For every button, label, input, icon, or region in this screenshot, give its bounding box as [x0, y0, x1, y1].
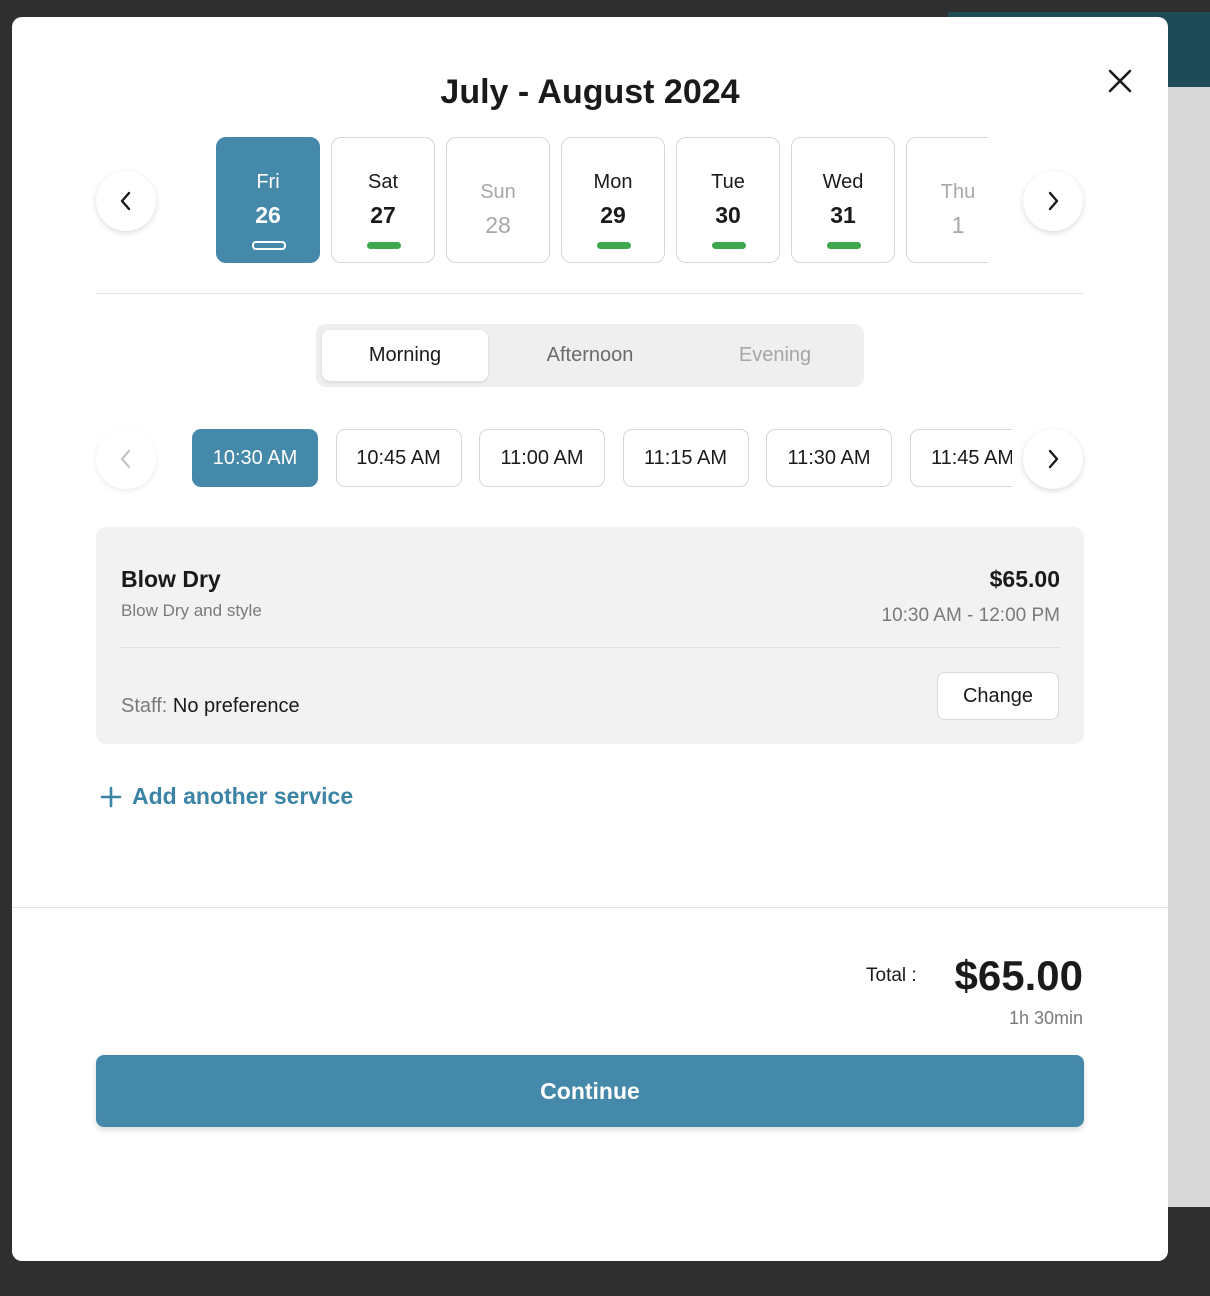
add-service-button[interactable]: Add another service: [100, 783, 353, 810]
change-staff-button[interactable]: Change: [937, 672, 1059, 720]
date-weekday: Thu: [940, 181, 976, 203]
service-description: Blow Dry and style: [121, 601, 262, 620]
service-price: $65.00: [989, 566, 1060, 592]
staff-value: No preference: [172, 695, 300, 717]
date-weekday: Wed: [822, 171, 864, 193]
booking-modal: July - August 2024 Fri 26 Sat 27 Sun 28 Mon 29 T…: [12, 17, 1168, 1261]
date-weekday: Sat: [367, 171, 399, 193]
date-card-thu[interactable]: Thu 1: [906, 137, 988, 263]
date-card-tue[interactable]: Tue 30: [676, 137, 780, 263]
staff-label: Staff:: [121, 695, 168, 717]
next-times-button[interactable]: [1023, 429, 1083, 489]
continue-button[interactable]: Continue: [96, 1055, 1084, 1127]
date-day-number: 1: [951, 212, 965, 238]
availability-indicator: [827, 242, 861, 249]
tab-evening[interactable]: Evening: [692, 330, 858, 381]
chevron-left-icon: [120, 449, 131, 469]
time-slot[interactable]: 11:00 AM: [479, 429, 605, 487]
next-dates-button[interactable]: [1023, 171, 1083, 231]
date-day-number: 26: [255, 202, 281, 228]
time-slot[interactable]: 11:45 AM: [909, 429, 1012, 487]
close-button[interactable]: [1100, 61, 1140, 101]
date-day-number: 30: [715, 202, 741, 228]
tab-afternoon[interactable]: Afternoon: [507, 330, 673, 381]
date-weekday: Mon: [593, 171, 633, 193]
divider: [12, 907, 1168, 908]
date-day-number: 29: [600, 202, 626, 228]
chevron-right-icon: [1048, 449, 1059, 469]
time-slot-strip: 10:30 AM 10:45 AM 11:00 AM 11:15 AM 11:30 AM…: [192, 429, 1012, 487]
availability-indicator: [252, 241, 286, 250]
time-slot[interactable]: 11:30 AM: [766, 429, 892, 487]
chevron-right-icon: [1048, 191, 1059, 211]
staff-line: Staff: No preference: [121, 695, 300, 718]
close-icon: [1108, 69, 1132, 93]
plus-icon: [100, 786, 122, 807]
date-weekday: Fri: [256, 171, 280, 193]
date-day-number: 27: [370, 202, 396, 228]
time-slot[interactable]: 10:45 AM: [335, 429, 462, 487]
availability-indicator: [597, 242, 631, 249]
modal-title: July - August 2024: [440, 73, 740, 111]
date-card-sat[interactable]: Sat 27: [331, 137, 435, 263]
chevron-left-icon: [120, 191, 131, 211]
prev-times-button[interactable]: [96, 429, 156, 489]
period-selector: Morning Afternoon Evening: [316, 324, 864, 387]
date-strip: Fri 26 Sat 27 Sun 28 Mon 29 Tue 30 Wed 31 Thu 1: [216, 137, 988, 263]
total-amount: $65.00: [954, 952, 1083, 999]
date-card-wed[interactable]: Wed 31: [791, 137, 895, 263]
date-day-number: 31: [830, 202, 856, 228]
prev-dates-button[interactable]: [96, 171, 156, 231]
service-name: Blow Dry: [121, 566, 221, 592]
total-label: Total :: [866, 965, 917, 986]
date-weekday: Sun: [480, 181, 516, 203]
date-card-sun[interactable]: Sun 28: [446, 137, 550, 263]
total-duration: 1h 30min: [1008, 1008, 1083, 1028]
availability-indicator: [367, 242, 401, 249]
date-card-fri[interactable]: Fri 26: [216, 137, 320, 263]
add-service-label: Add another service: [132, 783, 354, 809]
service-time-range: 10:30 AM - 12:00 PM: [881, 605, 1061, 626]
service-card: Blow Dry Blow Dry and style $65.00 10:30…: [96, 527, 1084, 744]
divider: [120, 647, 1060, 648]
tab-morning[interactable]: Morning: [322, 330, 488, 381]
time-slot[interactable]: 11:15 AM: [622, 429, 749, 487]
divider: [96, 293, 1084, 294]
time-slot[interactable]: 10:30 AM: [192, 429, 318, 487]
date-card-mon[interactable]: Mon 29: [561, 137, 665, 263]
date-day-number: 28: [485, 212, 511, 238]
availability-indicator: [712, 242, 746, 249]
date-weekday: Tue: [711, 171, 745, 193]
